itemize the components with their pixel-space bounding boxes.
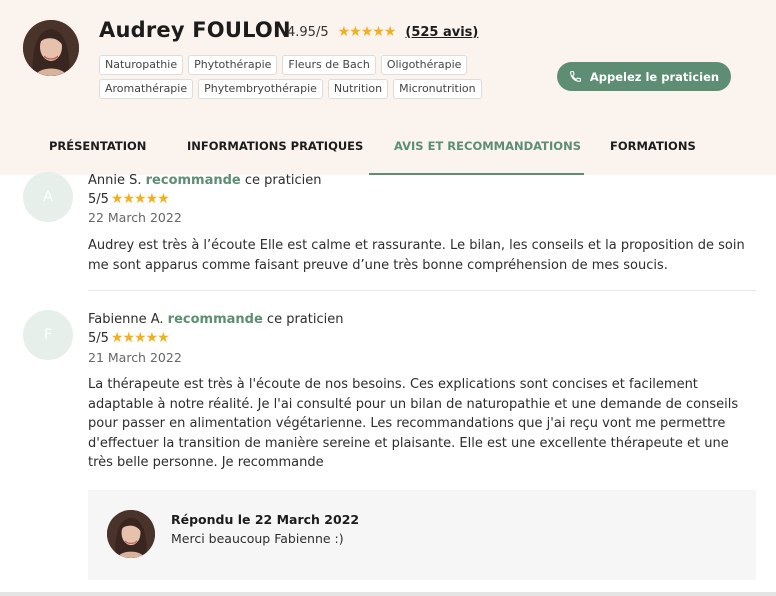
review-score-value: 5/5 — [88, 330, 109, 346]
practitioner-name: Audrey FOULON — [99, 18, 291, 42]
review-stars-icon: ★★★★★ — [110, 330, 170, 346]
recommends-label: recommande — [167, 312, 263, 327]
review-header-suffix: ce praticien — [244, 173, 322, 188]
specialty-tag: Oligothérapie — [380, 55, 468, 75]
profile-header: Audrey FOULON 4.95/5 ★★★★★ (525 avis) Na… — [0, 0, 776, 175]
review-text: Audrey est très à l’écoute Elle est calm… — [88, 238, 745, 273]
reply-avatar — [107, 510, 155, 558]
review-date: 22 March 2022 — [88, 210, 182, 225]
specialty-tag: Aromathérapie — [99, 79, 194, 99]
practitioner-avatar — [23, 20, 79, 76]
tab-formations[interactable]: FORMATIONS — [610, 139, 696, 153]
review-header-suffix: ce praticien — [266, 312, 344, 327]
reviewer-name: Annie S. — [88, 173, 142, 188]
recommends-label: recommande — [145, 173, 241, 188]
review-text: La thérapeute est très à l'écoute de nos… — [88, 377, 739, 470]
rating-value: 4.95/5 — [287, 24, 329, 40]
review-divider — [88, 290, 756, 291]
practitioner-reply: Répondu le 22 March 2022 Merci beaucoup … — [88, 490, 756, 580]
specialty-tag: Naturopathie — [99, 55, 184, 75]
reviewer-avatar: F — [23, 310, 73, 360]
active-tab-indicator — [369, 173, 584, 175]
page-bottom-border — [0, 592, 776, 596]
tab-informations-pratiques[interactable]: INFORMATIONS PRATIQUES — [187, 139, 363, 153]
review-score: 5/5 ★★★★★ — [88, 330, 170, 346]
tab-avis-recommandations[interactable]: AVIS ET RECOMMANDATIONS — [394, 139, 581, 153]
reply-text: Merci beaucoup Fabienne :) — [171, 531, 344, 546]
phone-icon — [569, 71, 581, 82]
call-button-label: Appelez le praticien — [589, 69, 720, 84]
review-score: 5/5 ★★★★★ — [88, 191, 170, 207]
reply-title: Répondu le 22 March 2022 — [171, 512, 360, 527]
review-date: 21 March 2022 — [88, 350, 182, 365]
reviews-count-link[interactable]: (525 avis) — [405, 25, 478, 40]
rating-stars-icon: ★★★★★ — [337, 24, 397, 40]
specialty-tags: Naturopathie Phytothérapie Fleurs de Bac… — [99, 55, 499, 99]
profile-tabs: PRÉSENTATION INFORMATIONS PRATIQUES AVIS… — [0, 117, 776, 175]
overall-rating: 4.95/5 ★★★★★ (525 avis) — [287, 24, 478, 40]
review-stars-icon: ★★★★★ — [110, 191, 170, 207]
specialty-tag: Micronutrition — [393, 79, 482, 99]
specialty-tag: Nutrition — [327, 79, 389, 99]
review-header: Annie S. recommande ce praticien — [88, 173, 321, 188]
specialty-tag: Phytembryothérapie — [198, 79, 323, 99]
reviewer-name: Fabienne A. — [88, 312, 164, 327]
review-score-value: 5/5 — [88, 191, 109, 207]
specialty-tag: Fleurs de Bach — [282, 55, 376, 75]
tab-presentation[interactable]: PRÉSENTATION — [49, 139, 146, 153]
specialty-tag: Phytothérapie — [188, 55, 278, 75]
reviewer-avatar: A — [23, 172, 73, 222]
call-practitioner-button[interactable]: Appelez le praticien — [557, 62, 731, 91]
review-header: Fabienne A. recommande ce praticien — [88, 312, 343, 327]
